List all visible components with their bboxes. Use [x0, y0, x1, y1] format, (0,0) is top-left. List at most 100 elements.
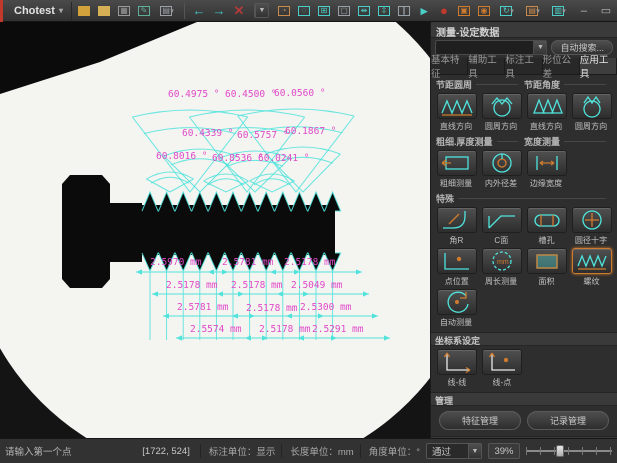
- rotate-button[interactable]: ↻▾: [495, 2, 519, 19]
- tool-button-label: 周长测量: [485, 275, 517, 286]
- open-file-button[interactable]: [95, 2, 113, 19]
- tool-button-grid: 粗细测量 内外径差 边缘宽度: [434, 149, 614, 190]
- tool-button-label: 点位置: [444, 275, 468, 286]
- pitch-line-icon: [437, 93, 477, 119]
- monitor-button[interactable]: ▢: [335, 2, 353, 19]
- height-gauge-button[interactable]: ⇳: [375, 2, 393, 19]
- angle-measurement-label: 60.8016 °: [156, 151, 207, 162]
- record-button[interactable]: ●: [435, 2, 453, 19]
- measurement-canvas[interactable]: 60.4975 °60.4500 °60.0560 °60.4339 °60.5…: [0, 22, 430, 438]
- display-button[interactable]: ▥▾: [547, 2, 571, 19]
- tool-button-corner-r[interactable]: 角R: [434, 207, 479, 246]
- tool-button-angle-line[interactable]: 直线方向: [524, 93, 569, 132]
- tool-button-label: 圆周方向: [575, 120, 607, 131]
- layers-button[interactable]: ▤▾: [521, 2, 545, 19]
- inner-outer-diameter-icon: [482, 150, 522, 176]
- length-measurement-label: 2.5781 mm: [222, 257, 274, 268]
- tab-基本特征[interactable]: 基本特征: [431, 58, 468, 74]
- new-file-button[interactable]: [75, 2, 93, 19]
- back-arrow-button[interactable]: ←: [190, 2, 208, 19]
- tool-button-label: 线-线: [447, 376, 466, 387]
- tool-button-slot[interactable]: 槽孔: [524, 207, 569, 246]
- tab-辅助工具[interactable]: 辅助工具: [468, 58, 505, 74]
- caliper-button[interactable]: ⇹: [355, 2, 373, 19]
- tab-应用工具[interactable]: 应用工具: [580, 58, 617, 74]
- toolbar: Chotest ▾ ▦✎▤▾ ←→✕ ▼ ◔◌⊞▢⇹⇳∥▸●▣◉↻▾▤▾▥▾ –…: [0, 0, 617, 22]
- button-特征管理[interactable]: 特征管理: [439, 411, 521, 430]
- barcode-button[interactable]: ∥: [395, 2, 413, 19]
- maximize-button[interactable]: ▭: [596, 2, 616, 19]
- tool-button-inner-outer-diameter[interactable]: 内外径差: [479, 150, 524, 189]
- app-menu-button[interactable]: Chotest ▾: [6, 2, 72, 20]
- export-icon: ▦: [118, 6, 130, 16]
- tab-标注工具[interactable]: 标注工具: [505, 58, 542, 74]
- chevron-down-icon: ▾: [562, 7, 566, 15]
- back-arrow-icon: ←: [192, 3, 205, 18]
- angle-line-icon: [527, 93, 567, 119]
- zoom-button[interactable]: ◌: [295, 2, 313, 19]
- tool-button-point-position[interactable]: 点位置: [434, 248, 479, 287]
- tool-button-auto-measure[interactable]: 自动测量: [434, 289, 479, 328]
- button-记录管理[interactable]: 记录管理: [527, 411, 609, 430]
- tool-button-label: 内外径差: [485, 177, 517, 188]
- zoom-slider-track[interactable]: [526, 450, 612, 452]
- thread-icon: [572, 248, 612, 274]
- length-measurement-label: 2.5178 mm: [166, 280, 218, 291]
- grid-button[interactable]: ⊞: [315, 2, 333, 19]
- tool-button-label: 直线方向: [530, 120, 562, 131]
- open-file-icon: [98, 6, 110, 16]
- play-icon: ▸: [421, 3, 428, 19]
- angle-measurement-label: 60.4339 °: [182, 128, 233, 139]
- judge-combobox[interactable]: 通过 ▼: [426, 443, 482, 459]
- snapshot-button[interactable]: ▣: [455, 2, 473, 19]
- group-header-coordinate-system: 坐标系设定: [431, 332, 617, 346]
- tool-button-c-face[interactable]: C面: [479, 207, 524, 246]
- template-combobox[interactable]: ▼: [254, 3, 269, 18]
- slider-tick: [554, 447, 555, 455]
- tool-button-line-line[interactable]: 线-线: [434, 349, 479, 388]
- tool-button-thread[interactable]: 螺纹: [569, 248, 614, 287]
- export-button[interactable]: ▦: [115, 2, 133, 19]
- edit-button[interactable]: ✎: [135, 2, 153, 19]
- section-headers: 特殊: [436, 192, 612, 205]
- tool-button-pitch-circle[interactable]: 圆周方向: [479, 93, 524, 132]
- svg-text:mm: mm: [497, 259, 509, 266]
- thickness-icon: [437, 150, 477, 176]
- angle-measurement-label: 60.1867 °: [285, 126, 336, 137]
- chevron-down-icon[interactable]: ▼: [468, 444, 481, 458]
- length-measurement-label: 2.5178 mm: [231, 280, 283, 291]
- delete-button[interactable]: ✕: [230, 2, 248, 19]
- forward-arrow-button[interactable]: →: [210, 2, 228, 19]
- tool-button-label: 圆径十字: [575, 234, 607, 245]
- chevron-down-icon[interactable]: ▼: [255, 4, 268, 17]
- minimize-button[interactable]: –: [574, 2, 594, 19]
- line-line-icon: [437, 349, 477, 375]
- tool-button-thickness[interactable]: 粗细测量: [434, 150, 479, 189]
- target-icon: ◉: [478, 6, 490, 16]
- zoom-slider[interactable]: [526, 443, 612, 459]
- tool-button-perimeter[interactable]: mm 周长测量: [479, 248, 524, 287]
- edge-width-icon: [527, 150, 567, 176]
- tool-button-label: 面积: [538, 275, 554, 286]
- tool-button-label: 槽孔: [538, 234, 554, 245]
- coordinate-button-grid: 线-线 线-点: [434, 348, 614, 389]
- tool-button-line-point[interactable]: 线-点: [479, 349, 524, 388]
- target-button[interactable]: ◉: [475, 2, 493, 19]
- tool-button-edge-width[interactable]: 边缘宽度: [524, 150, 569, 189]
- tool-button-pitch-line[interactable]: 直线方向: [434, 93, 479, 132]
- record-icon: ●: [440, 3, 448, 18]
- tool-button-circle-cross[interactable]: 圆径十字: [569, 207, 614, 246]
- tool-button-area[interactable]: 面积: [524, 248, 569, 287]
- height-gauge-icon: ⇳: [378, 6, 390, 16]
- save-button[interactable]: ▤▾: [155, 2, 179, 19]
- length-measurement-label: 2.5049 mm: [291, 280, 343, 291]
- tool-button-angle-circle[interactable]: 圆周方向: [569, 93, 614, 132]
- play-button[interactable]: ▸: [415, 2, 433, 19]
- section-headers: 粗细.厚度测量宽度测量: [436, 135, 612, 148]
- zoom-slider-handle[interactable]: [556, 445, 564, 457]
- find-image-button[interactable]: ◔: [275, 2, 293, 19]
- point-position-icon: [437, 248, 477, 274]
- chevron-down-icon: ▾: [510, 7, 514, 15]
- tab-形位公差[interactable]: 形位公差: [543, 58, 580, 74]
- forward-arrow-icon: →: [212, 3, 225, 18]
